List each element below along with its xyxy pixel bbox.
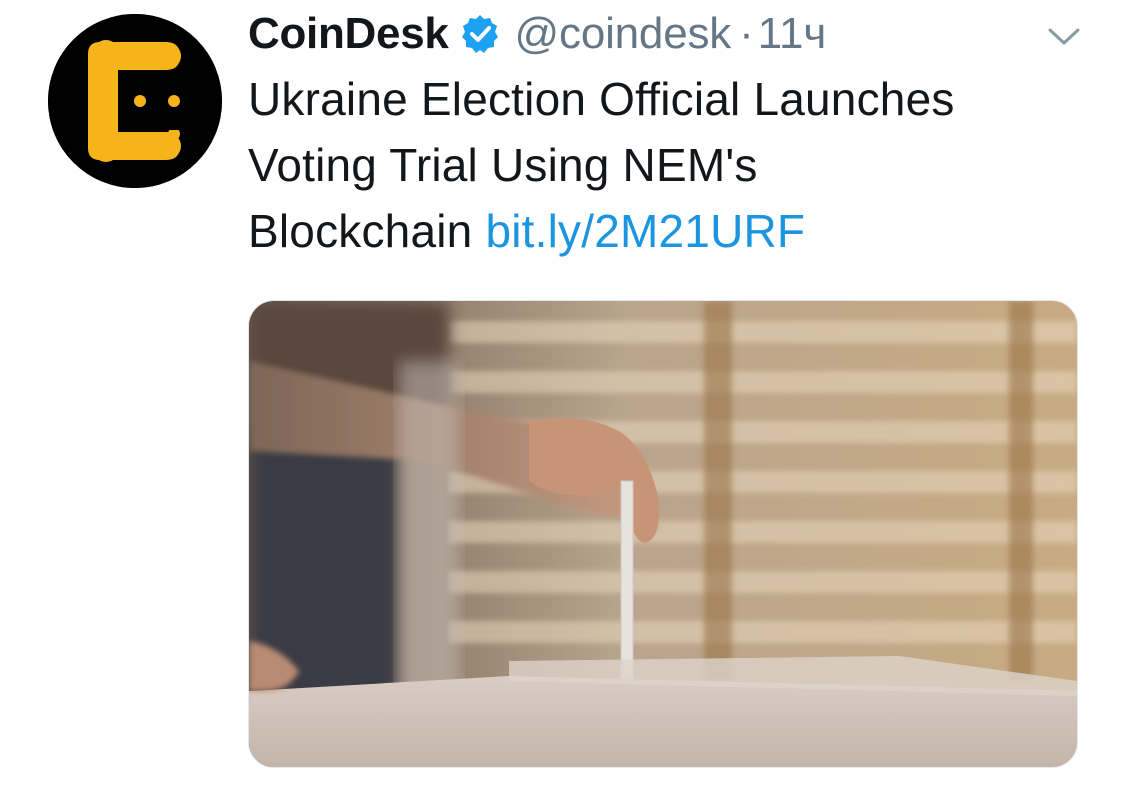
tweet-text: Ukraine Election Official Launches Votin…	[248, 66, 1088, 264]
tweet-link[interactable]: bit.ly/2M21URF	[485, 205, 805, 257]
coindesk-logo-icon	[48, 14, 222, 188]
tweet[interactable]: CoinDesk @coindesk · 11ч Ukraine Electio…	[0, 0, 1125, 788]
tweet-header: CoinDesk @coindesk · 11ч	[248, 8, 826, 60]
verified-badge-icon	[459, 13, 501, 55]
author-handle[interactable]: @coindesk	[515, 9, 732, 59]
avatar[interactable]	[48, 14, 222, 188]
tweet-media-image[interactable]	[248, 300, 1078, 768]
tweet-text-fragment: Blockchain	[248, 205, 473, 257]
header-separator: ·	[739, 9, 754, 58]
author-display-name[interactable]: CoinDesk	[248, 9, 449, 59]
ballot-box-photo	[249, 301, 1077, 767]
tweet-text-line: Ukraine Election Official Launches	[248, 73, 955, 125]
tweet-timestamp[interactable]: 11ч	[758, 9, 827, 59]
tweet-text-line: Voting Trial Using NEM's	[248, 139, 758, 191]
more-options-chevron-down-icon[interactable]	[1044, 22, 1084, 50]
tweet-text-line: Blockchain bit.ly/2M21URF	[248, 198, 1088, 264]
